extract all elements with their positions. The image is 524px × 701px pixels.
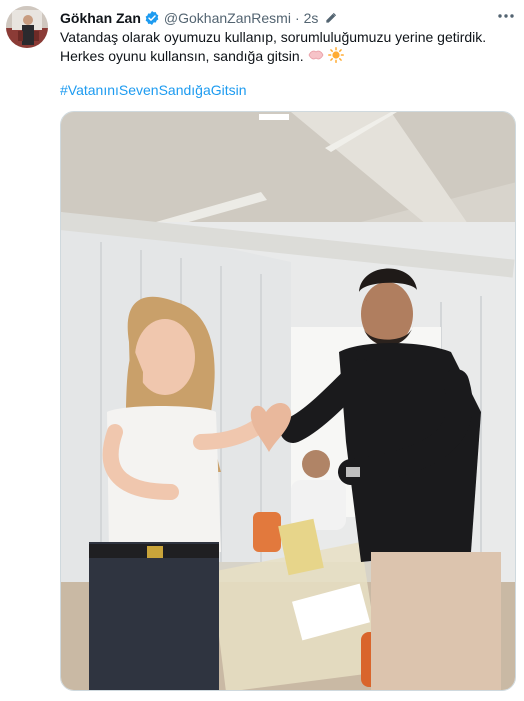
more-options-icon[interactable]: [494, 6, 518, 26]
tweet-header: Gökhan Zan @GokhanZanResmi · 2s: [60, 8, 516, 28]
tweet-text-line-2-wrap: Herkes oyunu kullansın, sandığa gitsin.: [60, 47, 516, 68]
author-name[interactable]: Gökhan Zan: [60, 10, 141, 26]
verified-badge-icon: [144, 10, 160, 26]
tweet-text-line-1: Vatandaş olarak oyumuzu kullanıp, soruml…: [60, 29, 487, 45]
edit-pencil-icon[interactable]: [324, 11, 338, 25]
tweet-photo[interactable]: [60, 111, 516, 691]
author-avatar[interactable]: [6, 6, 48, 48]
header-separator: ·: [294, 10, 300, 26]
tweet-timestamp[interactable]: 2s: [304, 10, 319, 26]
handshake-hands-emoji: [307, 48, 325, 67]
tweet-card[interactable]: Gökhan Zan @GokhanZanResmi · 2s Vatandaş…: [0, 0, 524, 701]
author-handle[interactable]: @GokhanZanResmi: [164, 10, 291, 26]
tweet-text: Vatandaş olarak oyumuzu kullanıp, soruml…: [60, 28, 516, 68]
tweet-text-line-2: Herkes oyunu kullansın, sandığa gitsin.: [60, 48, 304, 65]
hashtag-link[interactable]: #VatanınıSevenSandığaGitsin: [60, 82, 247, 98]
sun-emoji: [327, 47, 344, 68]
